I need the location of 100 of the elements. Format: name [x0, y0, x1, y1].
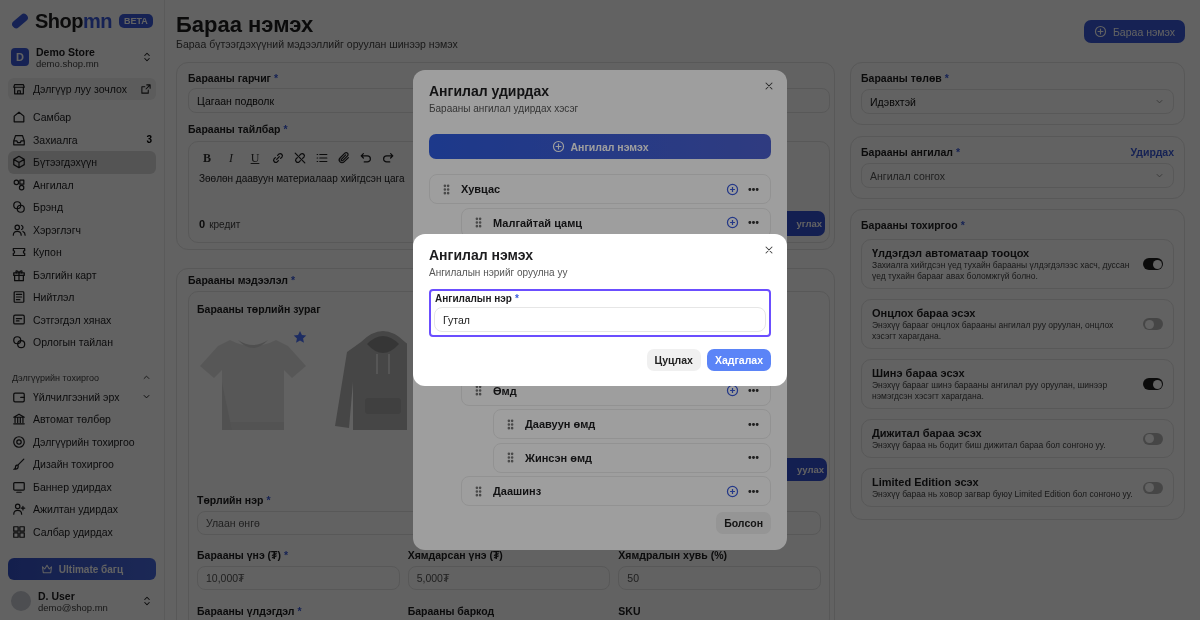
brand-name: Shopmn [35, 9, 112, 33]
toggle-switch[interactable] [1143, 481, 1163, 494]
category-name-field[interactable]: Ангилалын нэр * Гутал [429, 289, 771, 337]
store-name: Demo Store [36, 45, 96, 58]
storefront-icon [12, 82, 26, 96]
done-button[interactable]: Болсон [716, 512, 771, 534]
field-label: Хямдарсан үнэ (₮) [407, 548, 503, 562]
monitor-icon [12, 479, 26, 494]
user-plus-icon [12, 502, 26, 517]
link-icon [271, 151, 285, 165]
nav-item[interactable]: Самбар [8, 106, 156, 129]
option-description: Энэхүү бараа нь ховор загвар буюу Limited Edition бол сонгоно уу. [872, 489, 1134, 500]
nav-item[interactable]: Баннер удирдах [8, 475, 156, 498]
users-icon [12, 222, 26, 237]
format-button[interactable]: I [223, 150, 239, 166]
user-name: D. User [38, 589, 76, 602]
undo-icon [359, 151, 373, 165]
redo-icon [381, 151, 395, 165]
nav-item[interactable]: Дэлгүүрийн тохиргоо [8, 430, 156, 453]
format-button[interactable]: U [247, 150, 263, 166]
category-row[interactable]: Хувцас [429, 174, 771, 204]
manage-link[interactable]: Удирдах [1130, 146, 1174, 158]
add-product-button[interactable]: Бараа нэмэх [1083, 20, 1185, 43]
toggle-switch[interactable] [1143, 378, 1163, 390]
toggle-switch[interactable] [1143, 258, 1163, 270]
option-title: Онцлох бараа эсэх [872, 306, 977, 320]
nav-item[interactable]: Сэтгэгдэл хянах [8, 308, 156, 331]
close-button[interactable] [763, 80, 775, 92]
nav-item[interactable]: Орлогын тайлан [8, 331, 156, 354]
user-email: demo@shop.mn [38, 601, 109, 613]
shapes-icon [12, 177, 26, 192]
nav-item[interactable]: Ажилтан удирдах [8, 498, 156, 521]
price-field[interactable]: 5,000₮ [407, 566, 611, 590]
status-select[interactable]: Идэвхтэй [861, 89, 1174, 114]
option-title: Үлдэгдэл автоматаар тооцох [872, 246, 1031, 260]
list-icon [315, 151, 329, 165]
option-description: Захиалга хийгдсэн үед тухайн барааны үлдэгдэлээс хасч, дуссан үед тухайн барааг авах боломжгүй болно. [872, 260, 1131, 282]
add-subcategory-icon[interactable] [726, 384, 739, 397]
category-row[interactable]: Жинсэн өмд [493, 442, 771, 473]
toggle-switch[interactable] [1143, 318, 1163, 330]
nav-item[interactable]: Ангилал [8, 173, 156, 196]
field-label: Барааны гарчиг * [188, 71, 279, 85]
dialog-title: Ангилал удирдах [429, 82, 550, 100]
star-icon[interactable] [293, 330, 307, 344]
field-label: Барааны төлөв * [861, 71, 949, 85]
dialog-subtitle: Барааны ангилал удирдах хэсэг [429, 102, 579, 116]
price-field[interactable]: 10,000₮ [197, 566, 400, 590]
nav-item[interactable]: Автомат төлбөр [8, 408, 156, 431]
field-label: Хямдралын хувь (%) [618, 548, 727, 562]
external-link-icon [140, 83, 152, 95]
category-row[interactable]: Даашинз [461, 476, 771, 506]
option-title: Дижитал бараа эсэх [872, 426, 983, 440]
nav-item[interactable]: Хэрэглэгч [8, 218, 156, 241]
brush-icon [12, 457, 26, 472]
save-button[interactable]: Хадгалах [706, 349, 771, 371]
upgrade-button[interactable]: Ultimate багц [8, 558, 156, 580]
nav-item[interactable]: Үйлчилгээний эрх [8, 385, 156, 408]
page-title: Бараа нэмэх [176, 12, 315, 38]
description-text: Зөөлөн даавуун материалаар хийгдсэн цага [199, 172, 405, 186]
category-select[interactable]: Ангилал сонгох [861, 163, 1174, 188]
section-label: Барааны мэдээлэл * [188, 273, 295, 287]
field-label: Барааны ангилал * [861, 145, 960, 159]
rings-icon [12, 200, 26, 215]
cube-icon [12, 155, 26, 170]
gift-icon [12, 267, 26, 282]
price-field[interactable]: 50 [618, 566, 821, 590]
field-label: Барааны үлдэгдэл * [197, 604, 302, 618]
crown-icon [40, 563, 53, 575]
format-button[interactable]: B [199, 150, 215, 166]
chevron-updown-icon [141, 595, 153, 607]
target-icon [12, 434, 26, 449]
inbox-icon [12, 132, 26, 147]
option-title: Limited Edition эсэх [872, 475, 980, 489]
store-domain: demo.shop.mn [36, 57, 100, 69]
dialog-title: Ангилал нэмэх [429, 246, 533, 264]
wallet-icon [12, 389, 26, 404]
visit-store-link[interactable]: Дэлгүүр луу зочлох [8, 78, 156, 100]
order-count: 3 [146, 134, 152, 146]
close-button[interactable] [763, 244, 775, 256]
nav-item[interactable]: Купон [8, 241, 156, 264]
option-description: Энэхүү бараа нь бодит биш дижитал бараа бол сонгоно уу. [872, 440, 1107, 451]
nav-item[interactable]: Дизайн тохиргоо [8, 453, 156, 476]
dialog-subtitle: Ангилалын нэрийг оруулна уу [429, 266, 568, 280]
option-description: Энэхүү барааг онцлох барааны ангилал руу оруулан, онцлох хэсэгт харагдана. [872, 320, 1115, 342]
nav-item[interactable]: Бэлгийн карт [8, 263, 156, 286]
close-icon [763, 244, 775, 256]
category-row[interactable]: Даавуун өмд [493, 409, 771, 439]
toggle-switch[interactable] [1143, 432, 1163, 445]
nav-item[interactable]: Салбар удирдах [8, 520, 156, 543]
cancel-button[interactable]: Цуцлах [646, 349, 701, 371]
nav-item[interactable]: Бүтээгдэхүүн [8, 151, 156, 174]
paperclip-icon [337, 151, 351, 165]
credits-counter: 0 кредит [199, 217, 241, 230]
nav-item[interactable]: Брэнд [8, 196, 156, 219]
bank-icon [12, 412, 26, 427]
home-icon [12, 110, 26, 125]
section-title: Дэлгүүрийн тохиргоо [12, 372, 100, 383]
nav-item[interactable]: Захиалга 3 [8, 128, 156, 151]
add-category-button[interactable]: Ангилал нэмэх [429, 134, 771, 159]
nav-item[interactable]: Нийтлэл [8, 286, 156, 309]
